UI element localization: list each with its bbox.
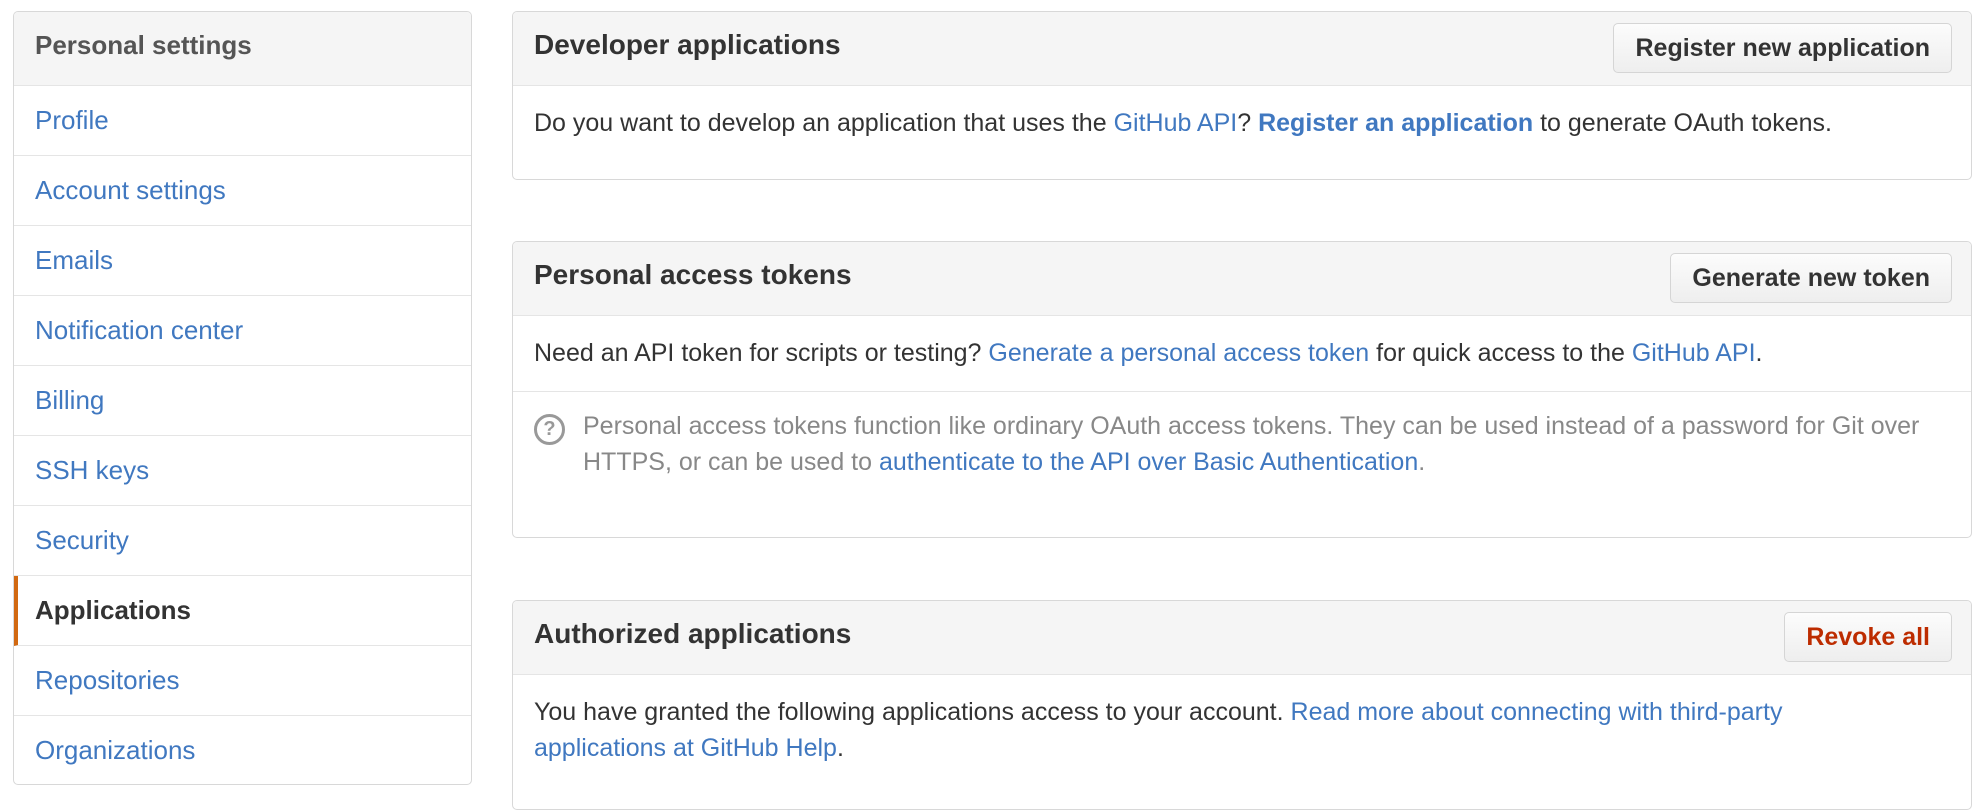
developer-applications-description: Do you want to develop an application th… — [513, 86, 1971, 161]
description-text: for quick access to the — [1369, 339, 1632, 367]
description-text: . — [1755, 339, 1763, 367]
description-text: Need an API token for scripts or testing… — [534, 339, 989, 367]
personal-access-tokens-panel: Personal access tokens Generate new toke… — [512, 241, 1972, 538]
developer-applications-header: Developer applications Register new appl… — [513, 12, 1971, 86]
description-text: to generate OAuth tokens. — [1533, 109, 1832, 137]
register-new-application-button[interactable]: Register new application — [1613, 23, 1952, 73]
description-text: ? — [1237, 109, 1259, 137]
question-circle-icon: ? — [534, 414, 565, 445]
sidebar-item-notification-center[interactable]: Notification center — [14, 296, 471, 366]
sidebar-item-profile[interactable]: Profile — [14, 86, 471, 156]
personal-access-tokens-description: Need an API token for scripts or testing… — [513, 316, 1971, 391]
authorized-applications-description: You have granted the following applicati… — [513, 675, 1971, 786]
github-api-link[interactable]: GitHub API — [1632, 339, 1756, 367]
authorized-applications-header: Authorized applications Revoke all — [513, 601, 1971, 675]
sidebar-item-security[interactable]: Security — [14, 506, 471, 576]
generate-new-token-button[interactable]: Generate new token — [1670, 253, 1952, 303]
authorized-applications-title: Authorized applications — [534, 618, 852, 649]
personal-access-tokens-title: Personal access tokens — [534, 259, 852, 290]
personal-access-tokens-header: Personal access tokens Generate new toke… — [513, 242, 1971, 316]
basic-authentication-link[interactable]: authenticate to the API over Basic Authe… — [879, 448, 1418, 476]
description-text: You have granted the following applicati… — [534, 698, 1291, 726]
revoke-all-button[interactable]: Revoke all — [1784, 612, 1952, 662]
sidebar-item-account-settings[interactable]: Account settings — [14, 156, 471, 226]
developer-applications-title: Developer applications — [534, 29, 841, 60]
sidebar-title: Personal settings — [14, 12, 471, 86]
sidebar-item-emails[interactable]: Emails — [14, 226, 471, 296]
access-tokens-help-note: ? Personal access tokens function like o… — [513, 391, 1971, 500]
sidebar-item-organizations[interactable]: Organizations — [14, 716, 471, 784]
authorized-applications-panel: Authorized applications Revoke all You h… — [512, 600, 1972, 810]
sidebar-item-applications[interactable]: Applications — [14, 576, 471, 646]
generate-personal-access-token-link[interactable]: Generate a personal access token — [988, 339, 1369, 367]
description-text: Do you want to develop an application th… — [534, 109, 1114, 137]
developer-applications-panel: Developer applications Register new appl… — [512, 11, 1972, 180]
sidebar-item-billing[interactable]: Billing — [14, 366, 471, 436]
github-api-link[interactable]: GitHub API — [1114, 109, 1238, 137]
help-note-end: . — [1418, 448, 1426, 476]
register-application-link[interactable]: Register an application — [1258, 109, 1533, 137]
sidebar-item-ssh-keys[interactable]: SSH keys — [14, 436, 471, 506]
sidebar-item-repositories[interactable]: Repositories — [14, 646, 471, 716]
description-text: . — [836, 734, 844, 762]
settings-sidebar: Personal settings Profile Account settin… — [13, 11, 472, 785]
